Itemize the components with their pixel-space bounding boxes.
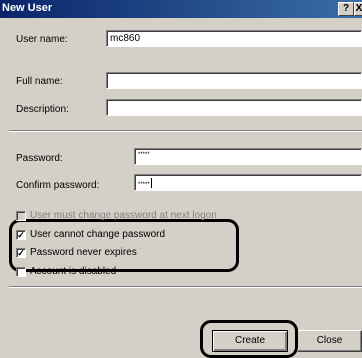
help-icon: ?: [342, 3, 350, 14]
options-highlight: [9, 219, 239, 272]
help-button[interactable]: ?: [338, 2, 354, 16]
fullname-label: Full name:: [16, 76, 63, 87]
never-expires-checkbox[interactable]: ✓: [16, 248, 26, 258]
cannot-change-checkbox[interactable]: ✓: [16, 230, 26, 240]
password-value: *****: [138, 152, 150, 158]
separator-bottom: [9, 286, 362, 288]
confirm-password-field[interactable]: *****: [134, 174, 362, 191]
text-caret: [150, 178, 152, 188]
cannot-change-label: User cannot change password: [30, 229, 166, 240]
description-field[interactable]: [106, 99, 362, 116]
close-window-button[interactable]: X: [354, 2, 362, 16]
must-change-checkbox[interactable]: [16, 211, 26, 221]
separator-top: [9, 130, 362, 132]
check-icon: ✓: [17, 230, 25, 240]
must-change-label: User must change password at next logon: [30, 210, 217, 221]
username-field[interactable]: mc860: [106, 30, 362, 47]
username-label: User name:: [16, 34, 68, 45]
confirm-password-value: *****: [138, 182, 150, 188]
password-field[interactable]: *****: [134, 148, 362, 165]
fullname-field[interactable]: [106, 72, 362, 89]
close-button[interactable]: Close: [297, 330, 362, 352]
description-label: Description:: [16, 104, 69, 115]
title-bar: New User ? X: [0, 0, 362, 18]
account-disabled-label: Account is disabled: [30, 266, 117, 277]
never-expires-label: Password never expires: [30, 247, 137, 258]
close-icon: X: [355, 3, 362, 14]
confirm-password-label: Confirm password:: [16, 180, 100, 191]
account-disabled-checkbox[interactable]: [16, 267, 26, 277]
check-icon: ✓: [17, 248, 25, 258]
password-label: Password:: [16, 153, 63, 164]
create-button[interactable]: Create: [212, 330, 288, 352]
window-title: New User: [2, 2, 53, 14]
